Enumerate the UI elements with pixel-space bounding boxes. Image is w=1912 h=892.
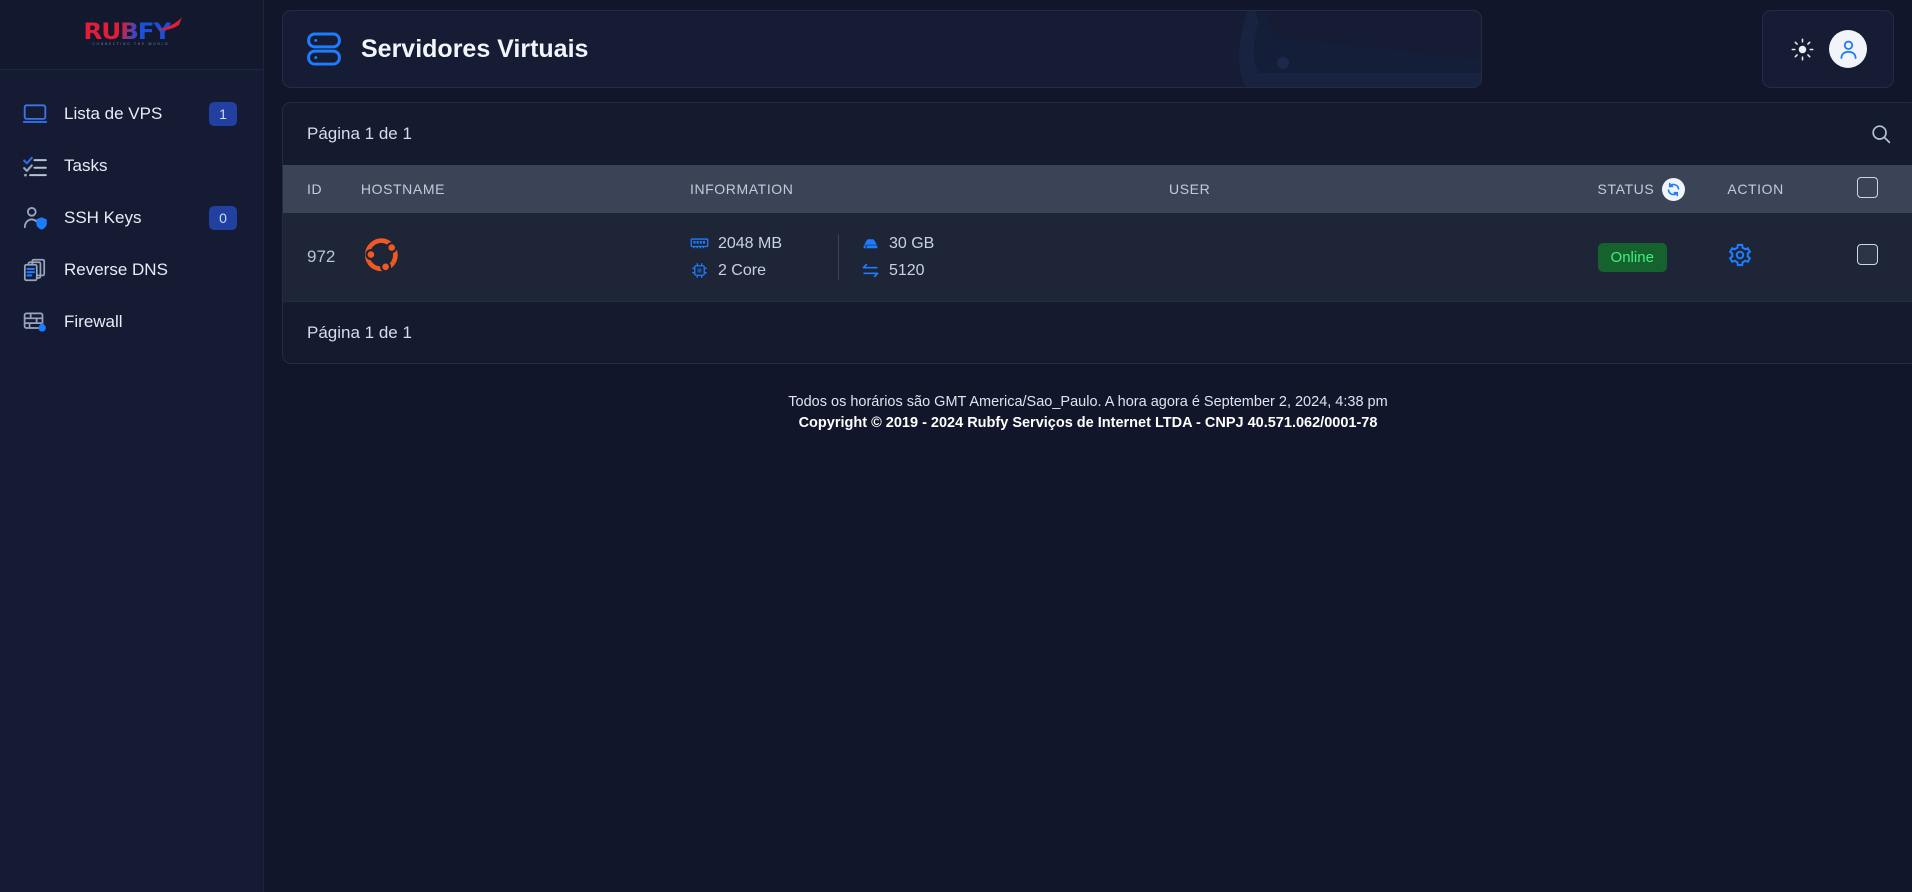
cell-action xyxy=(1727,213,1857,301)
logo-swoosh-icon xyxy=(157,16,182,30)
refresh-icon[interactable] xyxy=(1662,177,1686,201)
column-header-status-label: STATUS xyxy=(1597,181,1655,197)
table-head: ID HOSTNAME INFORMATION USER STATUS ACTI… xyxy=(283,165,1912,213)
info-ram: 2048 MB xyxy=(690,234,816,253)
sidebar-item-label: Lista de VPS xyxy=(64,104,163,123)
sidebar-item-firewall[interactable]: Firewall xyxy=(0,296,263,348)
info-ram-value: 2048 MB xyxy=(717,234,782,252)
brand-logo[interactable]: RUBFY CONNECTING THE WORLD xyxy=(0,0,263,70)
column-header-status: STATUS xyxy=(1598,165,1728,213)
ram-icon xyxy=(690,238,709,249)
documents-icon xyxy=(22,257,48,283)
info-disk-value: 30 GB xyxy=(888,234,935,252)
sidebar-nav: Lista de VPS 1 Tasks SSH Keys 0 Reverse … xyxy=(0,70,263,348)
column-header-id[interactable]: ID xyxy=(283,165,361,213)
servers-table: ID HOSTNAME INFORMATION USER STATUS ACTI… xyxy=(283,165,1912,301)
main-content: Servidores Virtuais Página 1 de 1 ID HOS… xyxy=(264,0,1912,892)
checklist-icon xyxy=(22,153,48,179)
cpu-icon xyxy=(692,263,707,278)
avatar[interactable] xyxy=(1829,30,1867,68)
topbar: Servidores Virtuais xyxy=(282,10,1894,88)
logo-wrap: RUBFY CONNECTING THE WORLD xyxy=(83,16,182,52)
cell-user xyxy=(1169,213,1598,301)
transfer-icon xyxy=(862,263,879,278)
status-badge: Online xyxy=(1597,242,1667,272)
table-body: 972 2048 MB 2 Core 30 GB 5120 Online xyxy=(283,213,1912,301)
table-row[interactable]: 972 2048 MB 2 Core 30 GB 5120 Online xyxy=(283,213,1912,301)
sidebar-item-ssh-keys[interactable]: SSH Keys 0 xyxy=(0,192,263,244)
column-header-user[interactable]: USER xyxy=(1169,165,1598,213)
pagination-bottom-label: Página 1 de 1 xyxy=(307,322,412,342)
footer-timezone: Todos os horários são GMT America/Sao_Pa… xyxy=(788,394,1388,410)
sidebar-item-tasks[interactable]: Tasks xyxy=(0,140,263,192)
info-bandwidth-value: 5120 xyxy=(888,261,925,279)
info-disk: 30 GB xyxy=(861,234,1169,253)
sidebar-item-label: Firewall xyxy=(64,312,123,331)
cell-status: Online xyxy=(1597,213,1728,301)
disk-icon xyxy=(863,239,878,249)
cell-information: 2048 MB 2 Core 30 GB 5120 xyxy=(690,213,1169,301)
monitor-icon xyxy=(22,101,48,127)
server-icon xyxy=(303,28,345,70)
sidebar-item-reverse-dns[interactable]: Reverse DNS xyxy=(0,244,263,296)
sun-icon[interactable] xyxy=(1789,36,1815,62)
page-header: Servidores Virtuais xyxy=(282,10,1482,88)
sidebar-badge-ssh: 0 xyxy=(209,206,237,230)
logo-tagline: CONNECTING THE WORLD xyxy=(92,41,170,46)
gear-icon[interactable] xyxy=(1727,242,1753,268)
sidebar: RUBFY CONNECTING THE WORLD Lista de VPS … xyxy=(0,0,264,892)
column-header-select-all xyxy=(1857,165,1912,213)
ubuntu-circle-of-friends xyxy=(364,237,398,272)
footer: Todos os horários são GMT America/Sao_Pa… xyxy=(282,392,1894,434)
ubuntu-logo-icon xyxy=(361,237,401,279)
info-cpu: 2 Core xyxy=(690,261,816,280)
cell-id: 972 xyxy=(307,247,336,266)
cell-select xyxy=(1857,213,1912,301)
sidebar-item-label: Reverse DNS xyxy=(64,260,168,279)
cell-hostname xyxy=(361,213,690,301)
sidebar-item-lista-de-vps[interactable]: Lista de VPS 1 xyxy=(0,88,263,140)
search-icon[interactable] xyxy=(1869,122,1893,146)
sidebar-item-label: SSH Keys xyxy=(64,208,142,227)
column-header-hostname[interactable]: HOSTNAME xyxy=(361,165,690,213)
info-cpu-value: 2 Core xyxy=(717,261,766,279)
page-title: Servidores Virtuais xyxy=(361,34,589,63)
servers-table-card: Página 1 de 1 ID HOSTNAME INFORMATION US… xyxy=(282,102,1912,364)
column-header-action[interactable]: ACTION xyxy=(1727,165,1857,213)
sidebar-item-label: Tasks xyxy=(64,156,108,175)
select-all-checkbox[interactable] xyxy=(1857,177,1879,198)
pagination-bottom: Página 1 de 1 xyxy=(283,301,1912,363)
footer-copyright: Copyright © 2019 - 2024 Rubfy Serviços d… xyxy=(798,415,1378,432)
user-key-icon xyxy=(22,205,48,231)
info-divider xyxy=(837,234,839,280)
info-bandwidth: 5120 xyxy=(861,261,1169,280)
firewall-icon xyxy=(22,309,48,335)
header-decoration xyxy=(1239,11,1481,87)
user-box xyxy=(1762,10,1894,88)
pagination-top-label: Página 1 de 1 xyxy=(307,124,412,143)
pagination-top: Página 1 de 1 xyxy=(283,103,1912,165)
sidebar-badge-vps: 1 xyxy=(209,102,237,126)
column-header-information[interactable]: INFORMATION xyxy=(690,165,1169,213)
row-checkbox[interactable] xyxy=(1857,244,1879,265)
table-header-row: ID HOSTNAME INFORMATION USER STATUS ACTI… xyxy=(283,165,1912,213)
